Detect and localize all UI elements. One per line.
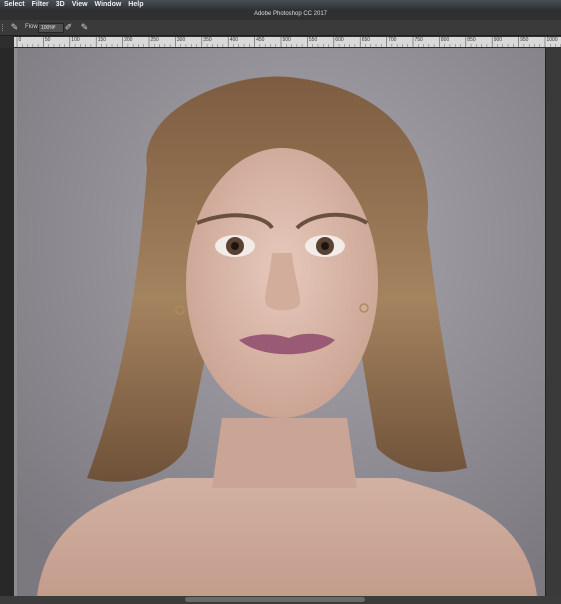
ruler-tick-label: 200 [124, 37, 133, 43]
flow-input[interactable]: 100% [38, 23, 64, 33]
menu-window[interactable]: Window [95, 0, 122, 9]
ruler-tick-label: 950 [520, 37, 529, 43]
ruler-tick-label: 550 [308, 37, 318, 43]
ruler-tick-label: 1000 [546, 37, 558, 43]
menu-filter[interactable]: Filter [32, 0, 49, 9]
ruler-tick-label: 750 [414, 37, 423, 43]
ruler-tick-label: 500 [282, 37, 291, 43]
ruler-tick-label: 850 [467, 37, 476, 43]
menu-view[interactable]: View [72, 0, 88, 9]
ruler-tick-label: 800 [440, 37, 450, 43]
options-drag-handle[interactable] [2, 24, 6, 31]
airbrush-icon[interactable]: ✐ [63, 22, 74, 33]
status-bar [0, 596, 561, 604]
menu-3d[interactable]: 3D [56, 0, 65, 9]
portrait-image [17, 48, 545, 596]
horizontal-scrollbar[interactable] [185, 597, 365, 602]
chevron-down-icon[interactable]: ▾ [53, 23, 56, 32]
app-title: Adobe Photoshop CC 2017 [253, 11, 328, 17]
ruler-tick-label: 50 [44, 37, 51, 43]
ruler-tick-label: 300 [176, 37, 186, 43]
options-bar: ✎ Flow: 100% ▾ ✐ ✎ [0, 20, 561, 36]
brush-icon[interactable]: ✎ [9, 22, 20, 33]
ruler-tick-label: 350 [203, 37, 212, 43]
ruler-tick-label: 100 [71, 37, 80, 43]
ruler-tick-label: 900 [493, 37, 503, 43]
panel-dock[interactable] [545, 48, 561, 596]
ruler-tick-label: 0 [18, 37, 22, 43]
pressure-icon[interactable]: ✎ [79, 22, 90, 33]
horizontal-ruler[interactable]: 0 50 100 150 200 250 300 350 400 450 500 550 600 650 7… [14, 37, 561, 47]
menu-bar: Select Filter 3D View Window Help [0, 0, 561, 9]
ruler-tick-label: 600 [335, 37, 344, 43]
ruler-tick-label: 400 [229, 37, 239, 43]
ruler-tick-label: 650 [361, 37, 371, 43]
ruler-row: 0 50 100 150 200 250 300 350 400 450 500 550 600 650 7… [0, 36, 561, 48]
document-canvas[interactable] [17, 48, 545, 596]
ruler-tick-label: 150 [97, 37, 107, 43]
ruler-tick-label: 450 [256, 37, 265, 43]
menu-help[interactable]: Help [128, 0, 143, 9]
ruler-tick-label: 250 [150, 37, 159, 43]
ruler-tick-label: 700 [388, 37, 397, 43]
menu-select[interactable]: Select [4, 0, 25, 9]
